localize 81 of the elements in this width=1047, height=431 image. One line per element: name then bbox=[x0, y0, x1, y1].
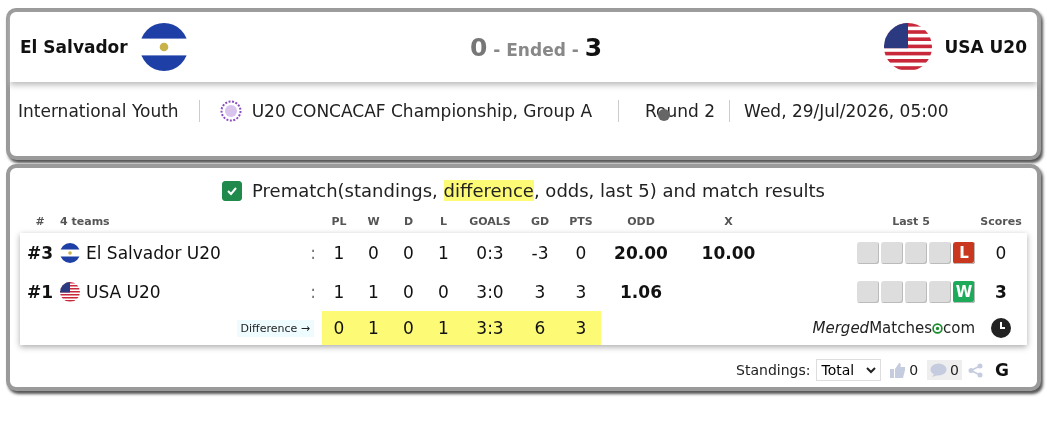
empty-result-box bbox=[929, 241, 951, 264]
empty-result-box bbox=[857, 241, 879, 264]
brand-logo: MergedMatches com bbox=[812, 319, 975, 337]
result-badge: W bbox=[953, 280, 975, 303]
stat-cell-text: 0 bbox=[437, 281, 450, 302]
flag-icon bbox=[60, 281, 80, 302]
info-text: Wed, 29/Jul/2026, 05:00 bbox=[744, 101, 949, 121]
odd-cell-text: 1.06 bbox=[619, 281, 663, 302]
column-header: ODD bbox=[626, 214, 656, 228]
stat-cell-text: -3 bbox=[530, 242, 550, 263]
stat-cell-text: 1 bbox=[437, 242, 450, 263]
separator-text: : bbox=[309, 281, 317, 302]
difference-cell: 6 bbox=[519, 311, 561, 345]
stat-cell-text: 3 bbox=[574, 281, 588, 302]
column-header: # bbox=[34, 214, 46, 228]
stat-cell-text: 0 bbox=[402, 281, 415, 302]
column-header: PTS bbox=[568, 214, 594, 228]
rank-cell-text: #3 bbox=[25, 242, 55, 263]
difference-label: Difference → bbox=[236, 319, 314, 337]
empty-result-box bbox=[881, 241, 903, 264]
stat-cell-text: 3:0 bbox=[475, 281, 505, 302]
result-badge: L bbox=[953, 241, 975, 264]
team-name[interactable]: El Salvador U20 bbox=[86, 242, 221, 263]
flag-icon bbox=[139, 23, 188, 71]
stat-cell-text: 3 bbox=[533, 281, 547, 302]
chevron-down-icon bbox=[866, 366, 877, 374]
empty-result-box bbox=[857, 280, 879, 303]
flag-icon bbox=[60, 242, 80, 263]
empty-result-box bbox=[929, 280, 951, 303]
stat-cell-text: 1 bbox=[367, 281, 380, 302]
comment-button[interactable]: 0 bbox=[927, 360, 963, 380]
info-text: International Youth bbox=[18, 101, 179, 121]
stat-cell-text: 0:3 bbox=[475, 242, 505, 263]
stat-cell-text: 1 bbox=[332, 242, 346, 263]
standings-select[interactable]: Total bbox=[816, 359, 882, 381]
home-score: 0 bbox=[469, 32, 488, 62]
home-team-name: El Salvador bbox=[20, 37, 128, 57]
rank-cell-text: #1 bbox=[25, 281, 55, 302]
column-header: Scores bbox=[979, 214, 1023, 228]
empty-result-box bbox=[905, 241, 927, 264]
trophy-badge-icon bbox=[219, 100, 242, 122]
column-header: Last 5 bbox=[891, 214, 931, 228]
competition-name: U20 CONCACAF Championship, Group A bbox=[251, 101, 593, 121]
difference-cell: 3 bbox=[561, 311, 601, 345]
away-team-name: USA U20 bbox=[944, 37, 1027, 57]
prematch-label: Prematch(standings, difference, odds, last 5) and match results bbox=[252, 180, 825, 201]
standings-label: Standings: bbox=[736, 362, 811, 378]
column-header: GD bbox=[529, 214, 551, 228]
difference-cell: 1 bbox=[426, 311, 461, 345]
prematch-checkbox[interactable] bbox=[222, 180, 242, 201]
google-button[interactable]: G bbox=[995, 360, 1009, 380]
odd-cell-text: 20.00 bbox=[613, 242, 669, 263]
stat-cell-text: 0 bbox=[402, 242, 415, 263]
column-header: PL bbox=[330, 214, 348, 228]
separator-text: : bbox=[309, 242, 317, 263]
away-score: 3 bbox=[584, 32, 603, 62]
stat-cell-text: 0 bbox=[367, 242, 380, 263]
match-status: - Ended - bbox=[493, 39, 579, 60]
empty-result-box bbox=[881, 280, 903, 303]
score-cell-text: 3 bbox=[994, 281, 1008, 302]
column-header: W bbox=[366, 214, 381, 228]
difference-cell: 0 bbox=[322, 311, 356, 345]
column-header: L bbox=[439, 214, 448, 228]
stat-cell-text: 1 bbox=[332, 281, 346, 302]
column-header: X bbox=[723, 214, 734, 228]
flag-icon bbox=[884, 23, 933, 71]
column-header: GOALS bbox=[468, 214, 512, 228]
speech-bubble-icon bbox=[930, 362, 948, 378]
draw-odd-cell-text: 10.00 bbox=[700, 242, 757, 263]
column-header: D bbox=[402, 214, 415, 228]
difference-cell: 1 bbox=[356, 311, 391, 345]
thumbs-up-icon bbox=[890, 362, 907, 378]
column-header: 4 teams bbox=[60, 214, 111, 228]
difference-cell: 0 bbox=[391, 311, 426, 345]
clock-icon[interactable] bbox=[990, 317, 1012, 339]
stat-cell-text: 0 bbox=[574, 242, 588, 263]
empty-result-box bbox=[905, 280, 927, 303]
like-button[interactable]: 0 bbox=[887, 360, 922, 380]
difference-cell: 3:3 bbox=[461, 311, 519, 345]
score-cell-text: 0 bbox=[994, 242, 1008, 263]
team-name[interactable]: USA U20 bbox=[86, 281, 161, 302]
